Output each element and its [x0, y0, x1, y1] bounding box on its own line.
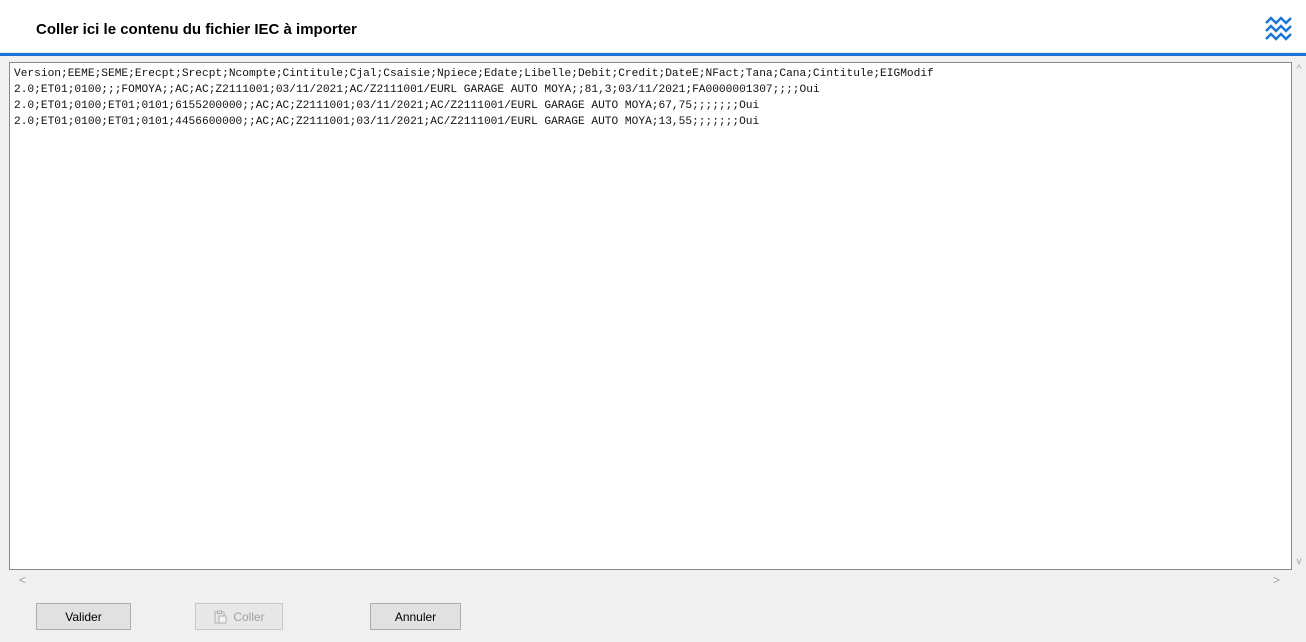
- vertical-scrollbar[interactable]: ^ v: [1292, 62, 1306, 570]
- horizontal-scrollbar[interactable]: < >: [9, 572, 1292, 588]
- wave-logo-icon: [1264, 13, 1294, 43]
- paste-icon: [214, 610, 227, 623]
- dialog-header: Coller ici le contenu du fichier IEC à i…: [0, 0, 1306, 52]
- content-line: 2.0;ET01;0100;ET01;0101;4456600000;;AC;A…: [14, 116, 760, 128]
- coller-label: Coller: [233, 609, 265, 624]
- header-accent-line: [0, 53, 1306, 56]
- content-line: 2.0;ET01;0100;ET01;0101;6155200000;;AC;A…: [14, 100, 760, 112]
- scroll-up-icon[interactable]: ^: [1293, 64, 1305, 76]
- iec-content-text: Version;EEME;SEME;Erecpt;Srecpt;Ncompte;…: [10, 63, 1291, 130]
- scroll-right-icon[interactable]: >: [1273, 573, 1280, 587]
- scroll-left-icon[interactable]: <: [19, 573, 26, 587]
- annuler-label: Annuler: [394, 609, 437, 624]
- valider-button[interactable]: Valider: [36, 603, 131, 630]
- iec-content-textarea[interactable]: Version;EEME;SEME;Erecpt;Srecpt;Ncompte;…: [9, 62, 1292, 570]
- content-line: Version;EEME;SEME;Erecpt;Srecpt;Ncompte;…: [14, 68, 934, 80]
- dialog-title: Coller ici le contenu du fichier IEC à i…: [36, 21, 357, 38]
- scroll-down-icon[interactable]: v: [1293, 556, 1305, 568]
- content-line: 2.0;ET01;0100;;;FOMOYA;;AC;AC;Z2111001;0…: [14, 84, 820, 96]
- valider-label: Valider: [65, 609, 102, 624]
- annuler-button[interactable]: Annuler: [370, 603, 461, 630]
- coller-button[interactable]: Coller: [195, 603, 283, 630]
